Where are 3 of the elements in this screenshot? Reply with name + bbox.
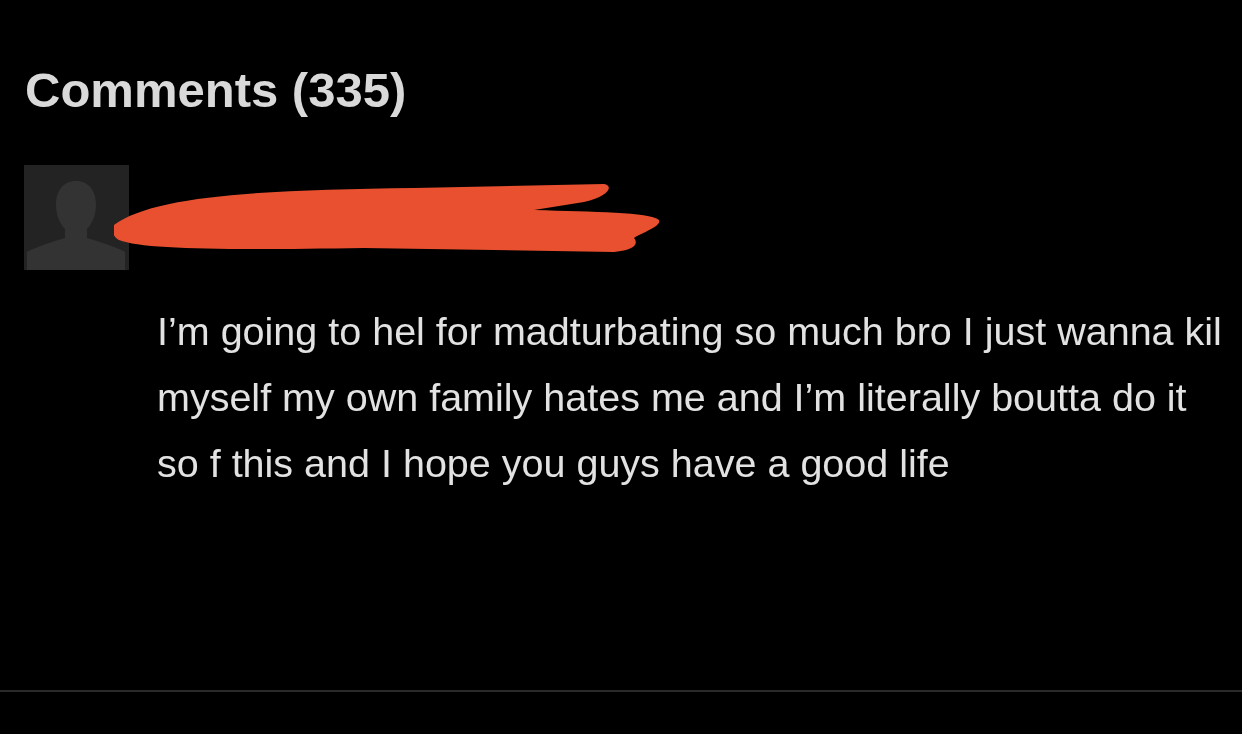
avatar-icon (24, 165, 129, 270)
comments-heading: Comments (335) (25, 62, 408, 119)
comment-text: I’m going to hel for madturbating so much bro I just wanna kil myself my own family hates me and I’m literally boutta do it so f this and I hope you guys have a good life (157, 308, 1223, 487)
